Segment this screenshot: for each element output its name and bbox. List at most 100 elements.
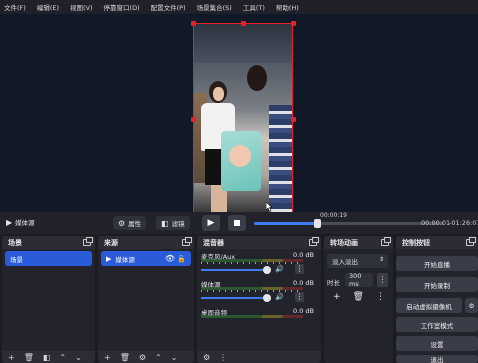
meter-scale	[201, 290, 303, 292]
menu-scene-collection[interactable]: 场景集合(S)	[197, 2, 232, 12]
visibility-eye-icon[interactable]: 👁	[165, 254, 175, 263]
volume-slider[interactable]	[201, 297, 271, 299]
media-controls-bar: ▶ 媒体源 ⚙ 属性 ◧ 滤镜 ▶ 00:00:19 00:00:01 -01:…	[0, 212, 478, 234]
scenes-dock: 场景 场景 + 🗑 ◧ ⌃ ⌄	[2, 236, 95, 363]
stop-icon	[234, 220, 240, 226]
start-virtual-camera-button[interactable]: 启动虚拟摄像机	[396, 298, 462, 313]
virtual-camera-settings-button[interactable]: ⚙	[465, 298, 478, 313]
transition-menu-icon[interactable]: ⋮	[376, 292, 385, 302]
source-item-label: 媒体源	[115, 255, 135, 264]
move-up-icon[interactable]: ⌃	[59, 353, 66, 362]
add-scene-icon[interactable]: +	[8, 353, 15, 362]
lock-icon[interactable]: 🔓	[177, 255, 186, 263]
remove-transition-icon[interactable]: 🗑	[353, 292, 364, 302]
settings-button[interactable]: 设置	[396, 336, 478, 351]
resize-handle-ml[interactable]	[191, 117, 196, 122]
remove-source-icon[interactable]: 🗑	[120, 353, 130, 362]
add-source-icon[interactable]: +	[104, 353, 111, 362]
source-selection-box[interactable]	[193, 23, 293, 215]
remaining-time: -01:26:07	[449, 219, 478, 227]
spinner-arrows-icon: ⇕	[378, 256, 384, 263]
mixer-channel-mic: 麦克风/Aux 0.0 dB 🔊 ⋮	[197, 249, 321, 277]
controls-title: 控制按钮	[402, 238, 430, 247]
source-item[interactable]: ▶ 媒体源 👁 🔓	[101, 251, 191, 266]
transition-selected: 淡入淡出	[332, 258, 358, 266]
menu-edit[interactable]: 编辑(E)	[37, 2, 59, 12]
sources-title: 来源	[104, 238, 118, 247]
remove-scene-icon[interactable]: 🗑	[24, 353, 34, 362]
mixer-header: 混音器	[197, 236, 321, 249]
channel-db: 0.0 dB	[293, 279, 314, 287]
scenes-header: 场景	[2, 236, 95, 249]
mixer-settings-icon[interactable]: ⚙	[203, 353, 210, 362]
move-down-icon[interactable]: ⌄	[171, 353, 178, 362]
scene-item[interactable]: 场景	[5, 251, 92, 266]
gear-icon: ⚙	[118, 218, 126, 228]
audio-mixer-dock: 混音器 麦克风/Aux 0.0 dB 🔊 ⋮ 媒体源 0.0 dB 🔊 ⋮ 桌面…	[197, 236, 321, 363]
mixer-channel-media: 媒体源 0.0 dB 🔊 ⋮	[197, 277, 321, 305]
duration-input[interactable]: 300 ms	[345, 272, 373, 288]
selected-source-name: 媒体源	[15, 219, 35, 227]
source-properties-icon[interactable]: ⚙	[139, 353, 146, 362]
volume-handle[interactable]	[263, 294, 271, 302]
transition-toolbar: + 🗑 ⋮	[333, 292, 385, 302]
controls-header: 控制按钮	[396, 236, 478, 249]
mixer-menu-icon[interactable]: ⋮	[219, 353, 227, 362]
resize-handle-tr[interactable]	[291, 21, 296, 26]
properties-button[interactable]: ⚙ 属性	[113, 216, 147, 230]
seek-handle[interactable]	[313, 219, 321, 228]
seek-hover-time: 00:00:19	[320, 212, 347, 219]
add-transition-icon[interactable]: +	[333, 292, 341, 302]
scenes-title: 场景	[8, 238, 22, 247]
undock-icon[interactable]	[83, 237, 93, 246]
menu-docks[interactable]: 停靠窗口(D)	[104, 2, 140, 12]
resize-handle-tc[interactable]	[241, 21, 246, 26]
sources-header: 来源	[98, 236, 194, 249]
mixer-toolbar: ⚙ ⋮	[197, 351, 321, 363]
resize-handle-tl[interactable]	[191, 21, 196, 26]
transitions-title: 转场动画	[330, 238, 358, 247]
current-time: 00:00:01	[421, 219, 451, 227]
gear-icon: ⚙	[468, 301, 475, 310]
level-meter	[201, 315, 303, 318]
mixer-title: 混音器	[203, 238, 224, 247]
mouse-cursor-icon	[266, 202, 273, 212]
meter-scale	[201, 262, 303, 264]
menu-bar: 文件(F) 编辑(E) 视图(V) 停靠窗口(D) 配置文件(P) 场景集合(S…	[0, 0, 478, 14]
menu-help[interactable]: 帮助(H)	[276, 2, 299, 12]
filters-button[interactable]: ◧ 滤镜	[156, 216, 190, 230]
preview-area[interactable]	[0, 14, 478, 217]
channel-menu-button[interactable]: ⋮	[295, 292, 304, 302]
duration-label: 时长	[327, 279, 340, 287]
sources-dock: 来源 ▶ 媒体源 👁 🔓 + 🗑 ⚙ ⌃ ⌄	[98, 236, 194, 363]
transition-select[interactable]: 淡入淡出 ⇕	[327, 254, 388, 268]
menu-view[interactable]: 视图(V)	[70, 2, 93, 12]
move-up-icon[interactable]: ⌃	[155, 353, 162, 362]
undock-icon[interactable]	[309, 237, 319, 246]
channel-db: 0.0 dB	[293, 307, 314, 315]
undock-icon[interactable]	[381, 237, 391, 246]
speaker-icon[interactable]: 🔊	[275, 293, 284, 301]
start-streaming-button[interactable]: 开始直播	[396, 256, 478, 271]
exit-button[interactable]: 退出	[396, 355, 478, 363]
play-state-icon: ▶	[6, 217, 13, 227]
menu-profile[interactable]: 配置文件(P)	[151, 2, 186, 12]
speaker-icon[interactable]: 🔊	[275, 265, 284, 273]
menu-file[interactable]: 文件(F)	[4, 2, 26, 12]
volume-handle[interactable]	[263, 266, 271, 274]
transition-menu-button[interactable]: ⋮	[377, 273, 388, 287]
menu-tools[interactable]: 工具(T)	[243, 2, 265, 12]
seek-slider[interactable]	[254, 219, 444, 228]
studio-mode-button[interactable]: 工作室模式	[396, 317, 478, 332]
start-recording-button[interactable]: 开始录制	[396, 277, 478, 292]
play-button[interactable]: ▶	[202, 215, 220, 231]
sources-toolbar: + 🗑 ⚙ ⌃ ⌄	[98, 351, 194, 363]
resize-handle-mr[interactable]	[291, 117, 296, 122]
stop-button[interactable]	[228, 215, 246, 231]
scene-filters-icon[interactable]: ◧	[43, 353, 51, 362]
channel-menu-button[interactable]: ⋮	[295, 264, 304, 274]
volume-slider[interactable]	[201, 269, 271, 271]
undock-icon[interactable]	[466, 237, 476, 246]
undock-icon[interactable]	[182, 237, 192, 246]
move-down-icon[interactable]: ⌄	[75, 353, 82, 362]
